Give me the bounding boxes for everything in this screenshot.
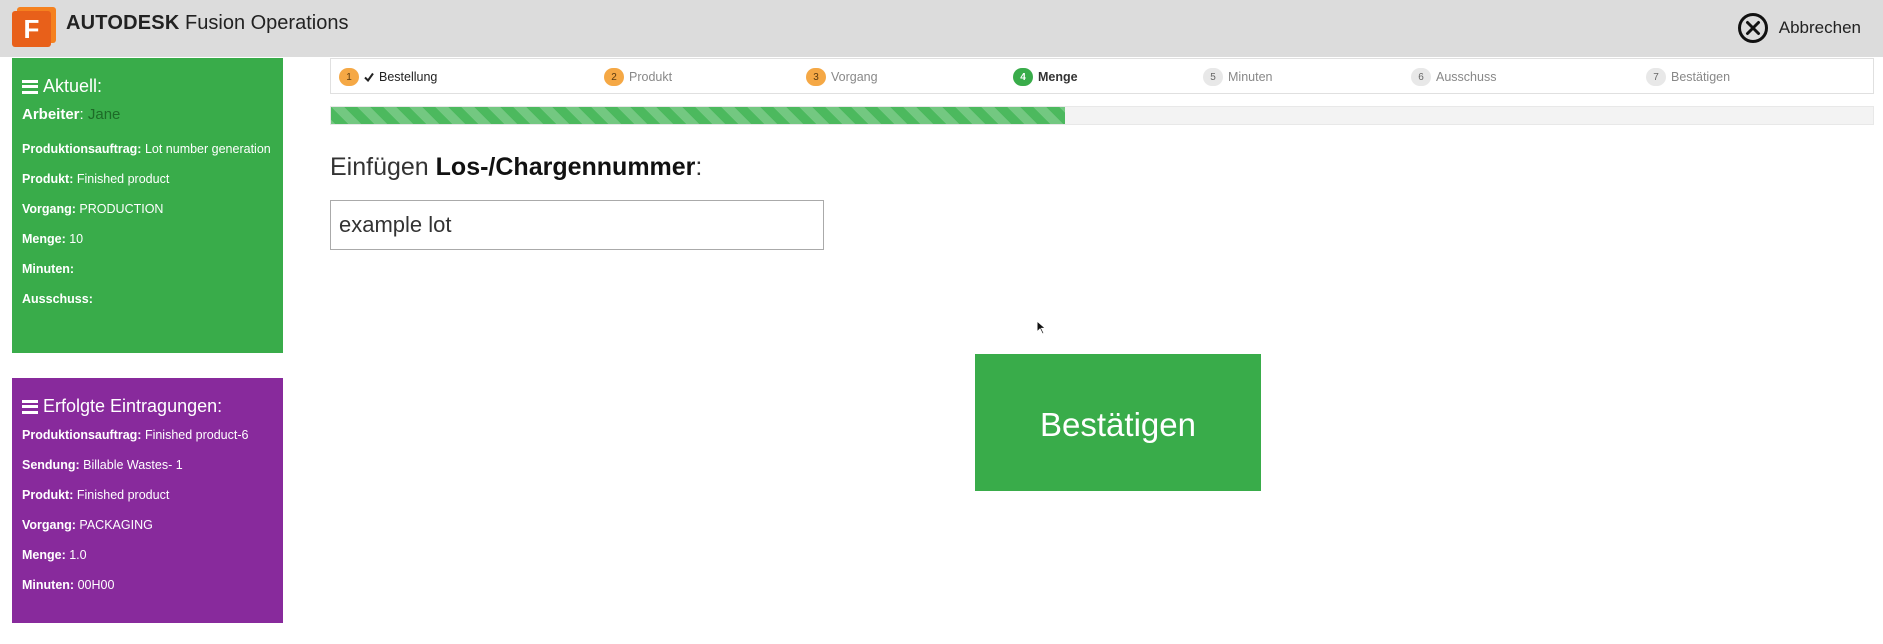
step-label: Vorgang [831,70,878,84]
brand-product: Fusion Operations [185,12,349,34]
current-operation-value: PRODUCTION [79,202,164,216]
current-minutes-row: Minuten: [22,259,273,279]
prompt-prefix: Einfügen [330,153,429,181]
step-number: 7 [1646,68,1666,86]
current-product-value: Finished product [76,172,170,186]
cancel-label: Abbrechen [1778,18,1861,37]
entry-shipment-value: Billable Wastes- 1 [83,458,183,472]
prompt-suffix: : [695,153,703,181]
app-title: AUTODESK Fusion Operations [66,12,348,35]
step-label: Bestellung [379,70,438,84]
cancel-button[interactable]: Abbrechen [1737,12,1861,44]
current-panel: Aktuell: Arbeiter: Jane Produktionsauftr… [12,58,283,353]
lot-prompt: Einfügen Los-/Chargennummer: [330,153,702,182]
entry-minutes-row: Minuten: 00H00 [22,575,273,595]
current-quantity-row: Menge: 10 [22,229,273,249]
current-title-text: Aktuell: [43,76,103,96]
top-bar: F AUTODESK Fusion Operations Abbrechen [0,0,1883,57]
entry-operation-label: Vorgang: [22,518,76,532]
step-confirm[interactable]: 7 Bestätigen [1646,68,1730,86]
current-order-row: Produktionsauftrag: Lot number generatio… [22,139,273,159]
entry-product-value: Finished product [76,488,170,502]
step-minutes[interactable]: 5 Minuten [1203,68,1272,86]
step-scrap[interactable]: 6 Ausschuss [1411,68,1496,86]
entry-quantity-value: 1.0 [69,548,87,562]
entry-quantity-row: Menge: 1.0 [22,545,273,565]
entry-operation-row: Vorgang: PACKAGING [22,515,273,535]
current-operation-row: Vorgang: PRODUCTION [22,199,273,219]
mouse-pointer-icon [1036,319,1048,341]
hamburger-icon [22,399,38,414]
current-quantity-label: Menge: [22,232,66,246]
step-operation[interactable]: 3 Vorgang [806,68,878,86]
step-number: 3 [806,68,826,86]
entry-order-value: Finished product-6 [144,428,249,442]
brand-autodesk: AUTODESK [66,12,180,34]
step-number: 1 [339,68,359,86]
entry-order-row: Produktionsauftrag: Finished product-6 [22,425,273,445]
step-number: 2 [604,68,624,86]
entry-minutes-label: Minuten: [22,578,75,592]
entry-quantity-label: Menge: [22,548,66,562]
svg-text:F: F [24,14,40,44]
current-quantity-value: 10 [69,232,84,246]
current-order-label: Produktionsauftrag: [22,142,142,156]
current-product-label: Produkt: [22,172,74,186]
step-label: Ausschuss [1436,70,1497,84]
step-order[interactable]: 1 Bestellung [339,68,437,86]
entry-shipment-row: Sendung: Billable Wastes- 1 [22,455,273,475]
worker-value: Jane [87,106,121,123]
current-worker: Arbeiter: Jane [22,106,121,123]
progress-bar [330,106,1874,125]
lot-number-input[interactable] [330,200,824,250]
entry-operation-value: PACKAGING [79,518,153,532]
circle-x-icon [1737,13,1768,43]
current-panel-title: Aktuell: [22,76,273,97]
current-product-row: Produkt: Finished product [22,169,273,189]
step-number: 5 [1203,68,1223,86]
step-label: Bestätigen [1671,70,1731,84]
current-scrap-label: Ausschuss: [22,292,93,306]
wizard-steps: 1 Bestellung 2 Produkt 3 Vorgang 4 Menge… [330,58,1874,94]
progress-fill [331,107,1065,124]
prompt-field-name: Los-/Chargennummer [435,153,696,181]
entries-panel-title: Erfolgte Eintragungen: [22,396,273,417]
step-number: 4 [1013,68,1033,86]
step-quantity[interactable]: 4 Menge [1013,68,1078,86]
current-scrap-row: Ausschuss: [22,289,273,309]
current-order-value: Lot number generation [144,142,271,156]
step-label: Minuten [1228,70,1273,84]
hamburger-icon [22,79,38,94]
step-label: Menge [1038,70,1078,84]
step-label: Produkt [629,70,673,84]
entry-order-label: Produktionsauftrag: [22,428,142,442]
current-operation-label: Vorgang: [22,202,76,216]
step-product[interactable]: 2 Produkt [604,68,672,86]
current-minutes-label: Minuten: [22,262,75,276]
worker-label: Arbeiter [22,106,80,123]
entry-product-row: Produkt: Finished product [22,485,273,505]
confirm-button[interactable]: Bestätigen [975,354,1261,491]
fusion-logo-icon: F [12,7,56,47]
step-number: 6 [1411,68,1431,86]
entries-title-text: Erfolgte Eintragungen: [43,396,223,416]
entry-product-label: Produkt: [22,488,74,502]
entry-shipment-label: Sendung: [22,458,80,472]
check-icon [364,72,374,82]
entry-minutes-value: 00H00 [77,578,115,592]
entries-panel: Erfolgte Eintragungen: Produktionsauftra… [12,378,283,623]
